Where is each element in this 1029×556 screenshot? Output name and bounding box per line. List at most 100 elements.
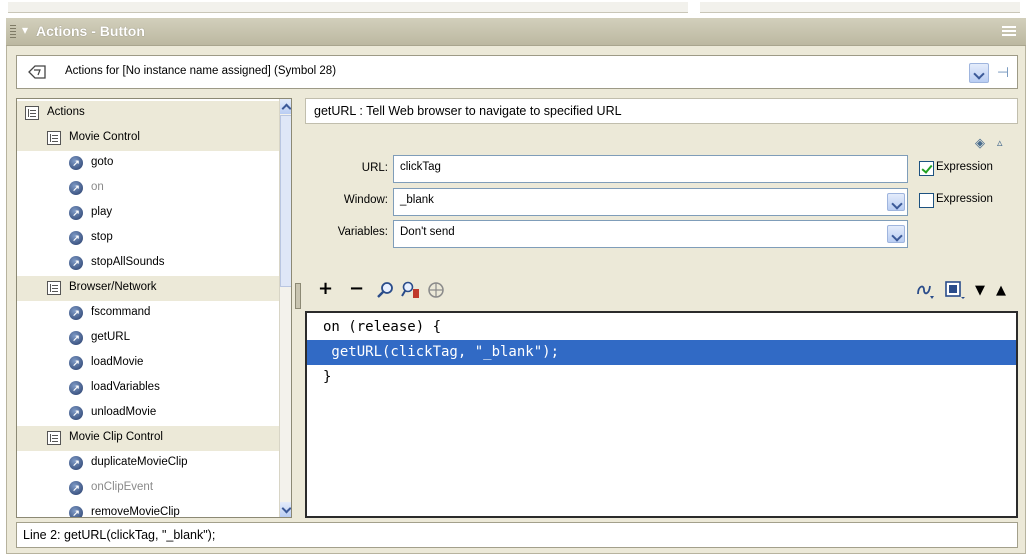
stage-edge bbox=[700, 2, 1020, 13]
splitter-handle[interactable] bbox=[295, 283, 301, 309]
action-icon: ↗ bbox=[69, 331, 83, 345]
tree-category[interactable]: Movie Clip Control bbox=[17, 426, 279, 451]
find-icon[interactable] bbox=[376, 280, 396, 300]
actions-for-dropdown-button[interactable] bbox=[969, 63, 989, 83]
tree-action-item[interactable]: ↗ goto bbox=[17, 151, 279, 176]
window-value: _blank bbox=[400, 194, 434, 206]
action-icon: ↗ bbox=[69, 481, 83, 495]
tree-action-item[interactable]: ↗ duplicateMovieClip bbox=[17, 451, 279, 476]
actions-for-label: Actions for [No instance name assigned] … bbox=[65, 65, 337, 77]
action-icon: ↗ bbox=[69, 506, 83, 517]
panel-title-bar[interactable]: ▾ Actions - Button bbox=[6, 18, 1026, 46]
tree-item-label: goto bbox=[91, 156, 114, 168]
variables-value: Don't send bbox=[400, 226, 455, 238]
action-icon: ↗ bbox=[69, 156, 83, 170]
scroll-thumb[interactable] bbox=[280, 115, 291, 287]
window-label: Window: bbox=[343, 194, 388, 206]
collapse-params-icon[interactable]: ▵ bbox=[997, 136, 1003, 149]
tree-item-label: onClipEvent bbox=[91, 481, 154, 493]
book-icon bbox=[47, 131, 61, 145]
tree-item-label: stop bbox=[91, 231, 113, 243]
tree-action-item[interactable]: ↗ fscommand bbox=[17, 301, 279, 326]
pin-script-icon[interactable]: ⊣ bbox=[993, 63, 1013, 83]
tree-item-label: Movie Clip Control bbox=[69, 431, 163, 443]
tree-action-item[interactable]: ↗ onClipEvent bbox=[17, 476, 279, 501]
status-bar: Line 2: getURL(clickTag, "_blank"); bbox=[16, 522, 1018, 548]
window-dropdown-button[interactable] bbox=[887, 193, 905, 211]
tree-action-item[interactable]: ↗ play bbox=[17, 201, 279, 226]
tree-action-item[interactable]: ↗ unloadMovie bbox=[17, 401, 279, 426]
tree-action-item[interactable]: ↗ stopAllSounds bbox=[17, 251, 279, 276]
view-options-icon[interactable] bbox=[944, 280, 968, 300]
tree-item-label: Browser/Network bbox=[69, 281, 157, 293]
tree-action-item[interactable]: ↗ getURL bbox=[17, 326, 279, 351]
add-action-button[interactable]: + bbox=[318, 280, 333, 298]
tree-item-label: duplicateMovieClip bbox=[91, 456, 188, 468]
reference-icon[interactable]: ◈ bbox=[975, 136, 985, 151]
action-icon: ↗ bbox=[69, 406, 83, 420]
replace-icon[interactable] bbox=[400, 280, 422, 300]
action-icon: ↗ bbox=[69, 256, 83, 270]
remove-action-button[interactable]: − bbox=[349, 280, 364, 298]
tree-item-label: play bbox=[91, 206, 113, 218]
top-strip bbox=[0, 0, 1029, 18]
action-icon: ↗ bbox=[69, 181, 83, 195]
grip-icon[interactable] bbox=[10, 25, 16, 39]
scroll-up-button[interactable] bbox=[280, 99, 291, 114]
move-up-icon[interactable]: ▲ bbox=[996, 282, 1006, 300]
collapse-triangle-icon[interactable]: ▾ bbox=[22, 23, 28, 37]
tree-action-item[interactable]: ↗ stop bbox=[17, 226, 279, 251]
variables-select[interactable]: Don't send bbox=[393, 220, 908, 248]
tree-category[interactable]: Browser/Network bbox=[17, 276, 279, 301]
debug-options-icon[interactable] bbox=[915, 280, 937, 300]
tree-action-item[interactable]: ↗ loadMovie bbox=[17, 351, 279, 376]
action-icon: ↗ bbox=[69, 381, 83, 395]
status-text: Line 2: getURL(clickTag, "_blank"); bbox=[23, 528, 216, 542]
action-description: getURL : Tell Web browser to navigate to… bbox=[314, 104, 622, 118]
action-icon: ↗ bbox=[69, 456, 83, 470]
action-description-bar: getURL : Tell Web browser to navigate to… bbox=[305, 98, 1018, 124]
url-expression-label: Expression bbox=[936, 161, 993, 173]
window-expression-checkbox[interactable] bbox=[919, 193, 934, 208]
url-field[interactable]: clickTag bbox=[393, 155, 908, 183]
panel-title: Actions - Button bbox=[36, 23, 145, 39]
window-field[interactable]: _blank bbox=[393, 188, 908, 216]
tree-action-item[interactable]: ↗ on bbox=[17, 176, 279, 201]
tree-item-label: Actions bbox=[47, 106, 85, 118]
code-line-1[interactable]: on (release) { bbox=[307, 315, 1016, 340]
url-value: clickTag bbox=[400, 161, 441, 173]
pane-splitter[interactable] bbox=[295, 98, 301, 518]
url-expression-checkbox[interactable] bbox=[919, 161, 934, 176]
variables-label: Variables: bbox=[337, 226, 388, 238]
move-down-icon[interactable]: ▼ bbox=[975, 282, 985, 300]
actions-for-bar[interactable]: Actions for [No instance name assigned] … bbox=[16, 55, 1018, 89]
tree-item-label: loadMovie bbox=[91, 356, 144, 368]
timeline-edge bbox=[8, 2, 688, 13]
tree-action-item[interactable]: ↗ loadVariables bbox=[17, 376, 279, 401]
tree-item-label: getURL bbox=[91, 331, 130, 343]
tree-scrollbar[interactable] bbox=[279, 99, 291, 517]
script-editor[interactable]: on (release) { getURL(clickTag, "_blank"… bbox=[305, 311, 1018, 518]
button-symbol-icon bbox=[28, 65, 46, 79]
url-label: URL: bbox=[361, 162, 388, 174]
scroll-down-button[interactable] bbox=[280, 502, 291, 517]
book-icon bbox=[47, 281, 61, 295]
tree-item-label: on bbox=[91, 181, 104, 193]
code-line-2-selected[interactable]: getURL(clickTag, "_blank"); bbox=[307, 340, 1016, 365]
tree-category[interactable]: Movie Control bbox=[17, 126, 279, 151]
variables-dropdown-button[interactable] bbox=[887, 225, 905, 243]
actions-toolbox-tree[interactable]: Actions Movie Control ↗ goto ↗ on ↗ play ↗ stop ↗ s… bbox=[16, 98, 292, 518]
tree-item-label: stopAllSounds bbox=[91, 256, 165, 268]
tree-category[interactable]: Actions bbox=[17, 101, 279, 126]
param-pane-controls: ◈ ▵ bbox=[975, 136, 1015, 152]
action-icon: ↗ bbox=[69, 231, 83, 245]
tree-item-label: removeMovieClip bbox=[91, 506, 180, 518]
tree-item-label: unloadMovie bbox=[91, 406, 157, 418]
code-line-3[interactable]: } bbox=[307, 365, 1016, 390]
panel-options-menu-icon[interactable] bbox=[1002, 24, 1016, 38]
insert-target-path-icon[interactable] bbox=[426, 280, 446, 300]
action-icon: ↗ bbox=[69, 306, 83, 320]
window-expression-label: Expression bbox=[936, 193, 993, 205]
tree-action-item[interactable]: ↗ removeMovieClip bbox=[17, 501, 279, 518]
tree-item-label: fscommand bbox=[91, 306, 151, 318]
